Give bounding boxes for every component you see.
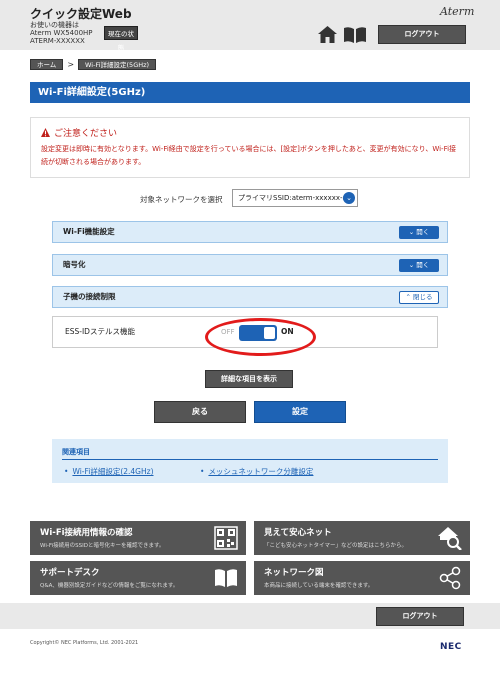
bullet-icon: • bbox=[200, 467, 205, 476]
network-selected-value: プライマリSSID:aterm-xxxxxx-a bbox=[238, 194, 347, 202]
tile-desc: Wi-Fi接続用のSSIDと暗号化キーを確認できます。 bbox=[40, 543, 165, 549]
related-link-label: メッシュネットワーク分離設定 bbox=[208, 467, 314, 476]
device-model: Aterm WX5400HP bbox=[30, 29, 93, 37]
house-search-icon bbox=[438, 527, 462, 550]
tile-mieru-anshin[interactable]: 見えて安心ネット 「こども安心ネットタイマー」などの設定はこちらから。 bbox=[254, 521, 470, 555]
breadcrumb-separator: > bbox=[67, 59, 75, 69]
chevron-down-icon: ⌄ bbox=[343, 192, 355, 204]
aterm-logo: Aterm bbox=[440, 5, 475, 18]
section-encryption-label: 暗号化 bbox=[63, 260, 86, 269]
manual-book-icon[interactable] bbox=[344, 27, 366, 43]
logout-button-bottom[interactable]: ログアウト bbox=[376, 607, 464, 626]
section-client-limit-close-button[interactable]: ⌃ 閉じる bbox=[399, 291, 439, 304]
notice-heading: ご注意ください bbox=[54, 129, 118, 139]
tile-desc: 「こども安心ネットタイマー」などの設定はこちらから。 bbox=[264, 543, 408, 549]
section-encryption-open-button[interactable]: ⌄ 開く bbox=[399, 259, 439, 272]
nec-logo: NEC bbox=[440, 642, 462, 652]
device-line1: お使いの機器は bbox=[30, 21, 79, 29]
apply-button[interactable]: 設定 bbox=[254, 401, 346, 423]
section-wifi-open-button[interactable]: ⌄ 開く bbox=[399, 226, 439, 239]
network-share-icon bbox=[439, 566, 461, 590]
page-title: Wi-Fi詳細設定(5GHz) bbox=[30, 82, 470, 103]
tile-title: Wi-Fi接続用情報の確認 bbox=[40, 528, 133, 538]
section-wifi-label: Wi-Fi機能設定 bbox=[63, 227, 115, 236]
tile-desc: Q&A、機器別設定ガイドなどの情報をご覧になれます。 bbox=[40, 583, 179, 589]
related-link-mesh[interactable]: • メッシュネットワーク分離設定 bbox=[200, 466, 313, 477]
network-select-label: 対象ネットワークを選択 bbox=[140, 195, 223, 204]
section-client-limit-label: 子機の接続制限 bbox=[63, 292, 116, 301]
stealth-label: ESS-IDステルス機能 bbox=[65, 327, 135, 336]
related-heading: 関連項目 bbox=[62, 448, 90, 456]
network-select[interactable]: プライマリSSID:aterm-xxxxxx-a ⌄ bbox=[232, 189, 358, 207]
highlight-ring bbox=[205, 318, 316, 356]
related-items: 関連項目 • Wi-Fi詳細設定(2.4GHz) • メッシュネットワーク分離設定 bbox=[52, 439, 448, 483]
qr-code-icon bbox=[214, 526, 238, 550]
notice-body: 設定変更は即時に有効となります。Wi-Fi経由で設定を行っている場合には、[設定… bbox=[41, 145, 457, 166]
home-icon[interactable] bbox=[318, 26, 337, 43]
open-label: 開く bbox=[416, 261, 430, 269]
related-divider bbox=[62, 459, 438, 460]
notice-box: ご注意ください 設定変更は即時に有効となります。Wi-Fi経由で設定を行っている… bbox=[30, 117, 470, 178]
current-status-button[interactable]: 現在の状態 bbox=[104, 26, 138, 52]
related-link-wifi-24[interactable]: • Wi-Fi詳細設定(2.4GHz) bbox=[64, 466, 154, 477]
bullet-icon: • bbox=[64, 467, 69, 476]
book-icon bbox=[215, 569, 237, 587]
section-wifi-function[interactable]: Wi-Fi機能設定 ⌄ 開く bbox=[52, 221, 448, 243]
device-info: お使いの機器は Aterm WX5400HP ATERM-XXXXXX bbox=[30, 21, 93, 45]
tile-title: サポートデスク bbox=[40, 568, 100, 578]
warning-triangle-icon bbox=[41, 128, 50, 137]
chevron-up-icon: ⌃ bbox=[405, 293, 413, 301]
section-client-limit[interactable]: 子機の接続制限 ⌃ 閉じる bbox=[52, 286, 448, 308]
tile-network-map[interactable]: ネットワーク図 本商品に接続している端末を確認できます。 bbox=[254, 561, 470, 595]
tile-wifi-info[interactable]: Wi-Fi接続用情報の確認 Wi-Fi接続用のSSIDと暗号化キーを確認できます… bbox=[30, 521, 246, 555]
show-details-button[interactable]: 詳細な項目を表示 bbox=[205, 370, 293, 388]
close-label: 閉じる bbox=[413, 293, 433, 301]
tile-support-desk[interactable]: サポートデスク Q&A、機器別設定ガイドなどの情報をご覧になれます。 bbox=[30, 561, 246, 595]
breadcrumb-current: Wi-Fi詳細設定(5GHz) bbox=[78, 58, 157, 70]
section-encryption[interactable]: 暗号化 ⌄ 開く bbox=[52, 254, 448, 276]
device-name: ATERM-XXXXXX bbox=[30, 37, 85, 45]
related-link-label: Wi-Fi詳細設定(2.4GHz) bbox=[72, 467, 154, 476]
breadcrumb-home[interactable]: ホーム bbox=[30, 58, 64, 70]
notice-header: ご注意ください bbox=[41, 126, 117, 139]
copyright: Copyright© NEC Platforms, Ltd. 2001-2021 bbox=[30, 640, 139, 646]
tile-title: ネットワーク図 bbox=[264, 568, 324, 578]
back-button[interactable]: 戻る bbox=[154, 401, 246, 423]
breadcrumb: ホーム > Wi-Fi詳細設定(5GHz) bbox=[30, 58, 157, 70]
tile-desc: 本商品に接続している端末を確認できます。 bbox=[264, 583, 374, 589]
open-label: 開く bbox=[416, 228, 430, 236]
app-title: クイック設定Web bbox=[30, 7, 132, 21]
logout-button-top[interactable]: ログアウト bbox=[378, 25, 466, 44]
tile-title: 見えて安心ネット bbox=[264, 528, 332, 538]
